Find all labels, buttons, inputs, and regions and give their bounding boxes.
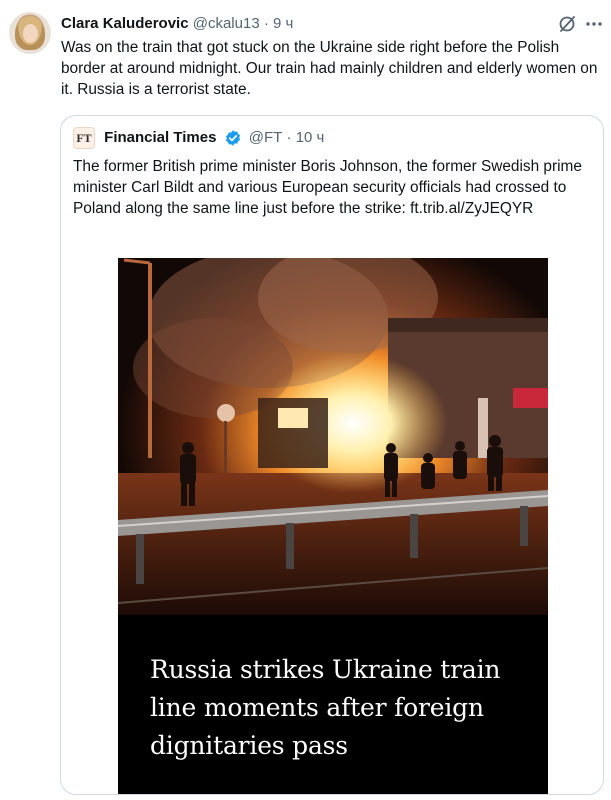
quoted-media-image[interactable]: Russia strikes Ukraine train line moment… xyxy=(118,258,548,794)
ft-logo[interactable]: FT xyxy=(73,127,95,150)
quoted-separator: · xyxy=(286,129,292,147)
grok-icon[interactable] xyxy=(557,14,577,34)
tweet-header: Clara Kaluderovic @ckalu13 · 9 ч xyxy=(61,14,293,34)
author-avatar[interactable] xyxy=(9,12,51,54)
tweet-text: Was on the train that got stuck on the U… xyxy=(61,39,598,98)
tweet-time[interactable]: 9 ч xyxy=(273,15,293,32)
fire-scene-photo xyxy=(118,258,548,615)
meta-separator: · xyxy=(263,15,269,32)
quoted-author-name[interactable]: Financial Times xyxy=(104,129,216,146)
quoted-text: The former British prime minister Boris … xyxy=(73,156,593,219)
avatar-face xyxy=(23,24,38,43)
verified-badge-icon xyxy=(225,130,240,146)
quoted-handle[interactable]: @FT xyxy=(249,129,283,146)
quoted-header: FT Financial Times @FT · 10 ч xyxy=(73,126,324,150)
quoted-time[interactable]: 10 ч xyxy=(296,129,325,146)
author-handle[interactable]: @ckalu13 xyxy=(193,15,260,32)
tweet[interactable]: Clara Kaluderovic @ckalu13 · 9 ч Was on … xyxy=(0,0,611,800)
more-icon[interactable] xyxy=(584,14,604,34)
quoted-tweet[interactable]: FT Financial Times @FT · 10 ч The former… xyxy=(60,115,604,795)
quoted-link[interactable]: ft.trib.al/ZyJEQYR xyxy=(410,200,533,217)
media-headline: Russia strikes Ukraine train line moment… xyxy=(150,655,501,760)
author-name[interactable]: Clara Kaluderovic xyxy=(61,15,189,32)
